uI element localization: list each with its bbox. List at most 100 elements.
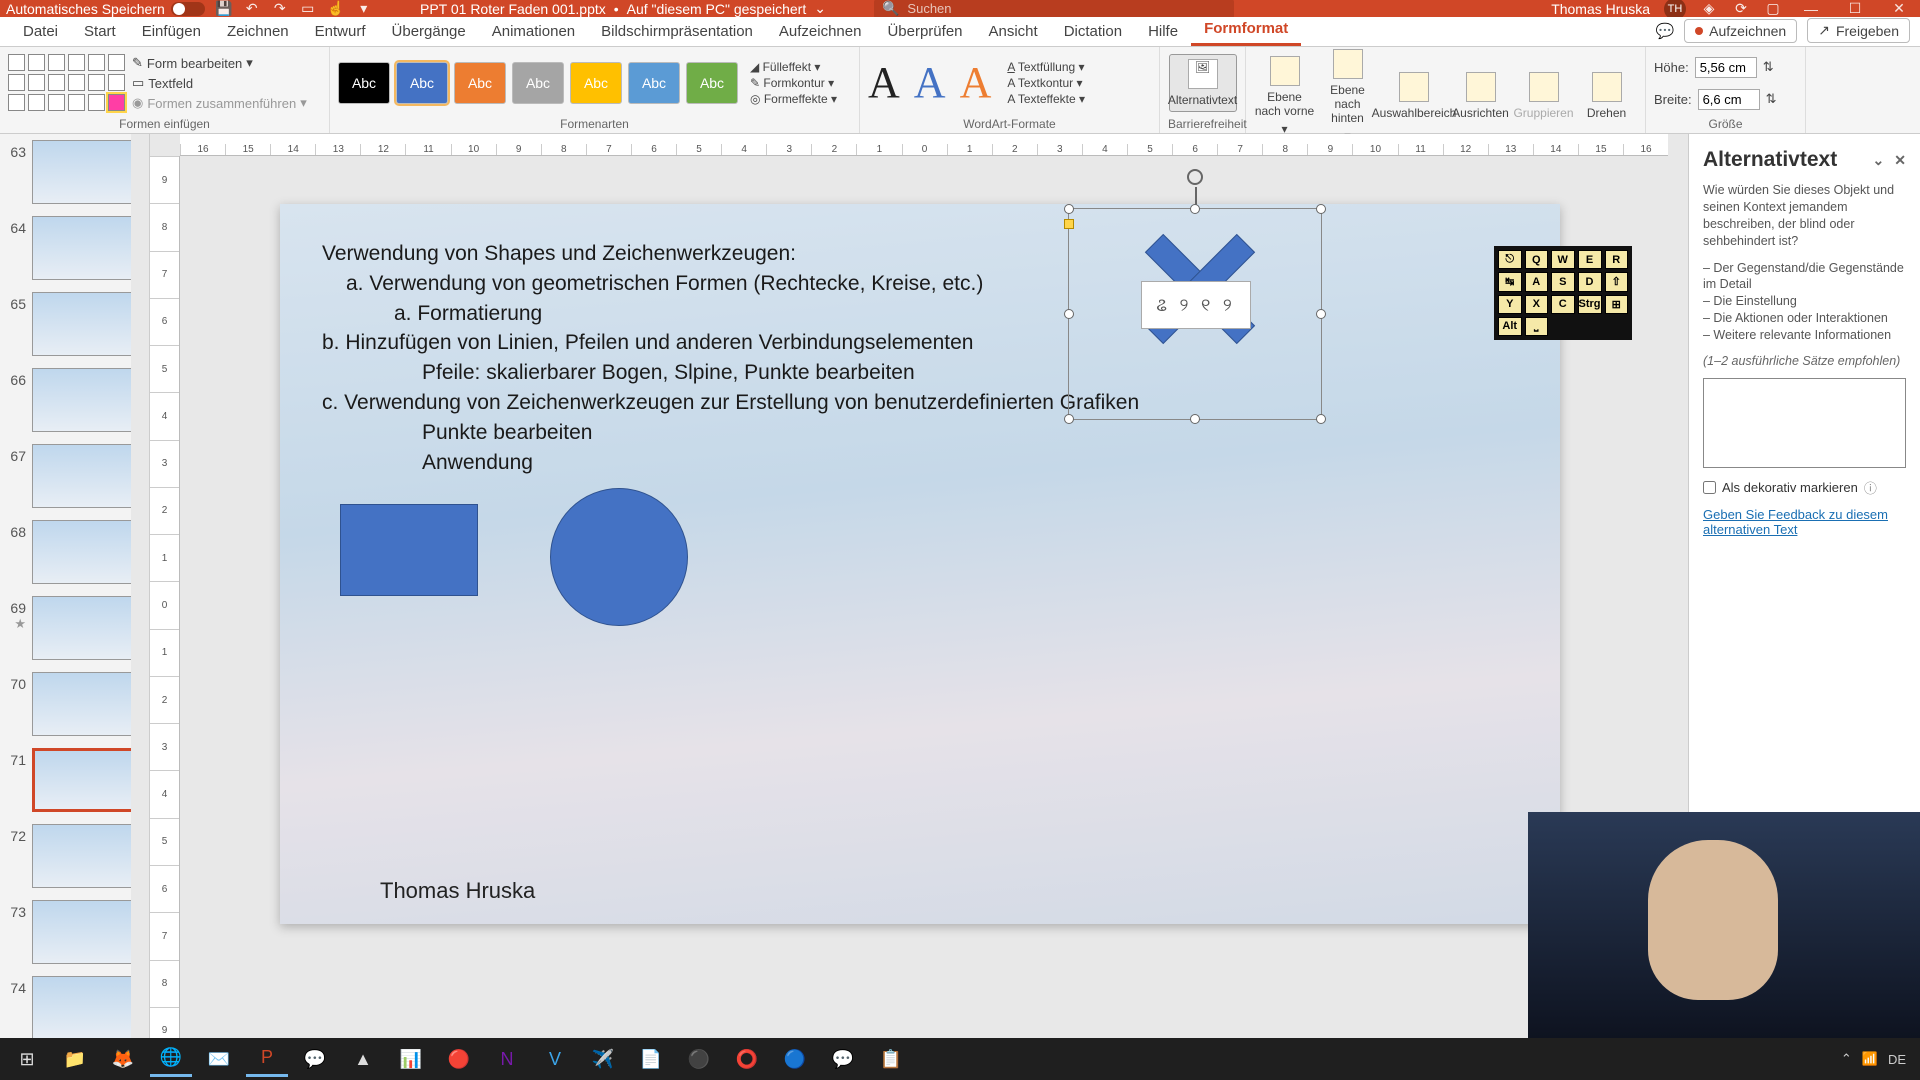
pane-close-icon[interactable]: ✕	[1894, 152, 1906, 169]
checkbox-input[interactable]	[1703, 481, 1716, 494]
scribble-image[interactable]: ଌ ୨ ୧ ୨	[1141, 281, 1251, 329]
stepper-icon[interactable]: ⇅	[1766, 91, 1777, 107]
chevron-down-icon[interactable]: ⌄	[814, 0, 826, 17]
tab-praesentation[interactable]: Bildschirmpräsentation	[588, 17, 766, 46]
slide-text-block[interactable]: Verwendung von Shapes und Zeichenwerkzeu…	[322, 239, 1139, 478]
align-button[interactable]: Ausrichten	[1450, 72, 1511, 120]
close-button[interactable]: ✕	[1884, 0, 1914, 17]
tab-ansicht[interactable]: Ansicht	[976, 17, 1051, 46]
search-input[interactable]	[907, 1, 1226, 16]
onenote-icon[interactable]: N	[486, 1041, 528, 1077]
slide-thumbnail[interactable]: 64	[4, 216, 145, 280]
wordart-swatch[interactable]: A	[960, 61, 992, 105]
shape-styles-gallery[interactable]: AbcAbcAbcAbcAbcAbcAbc	[338, 62, 738, 104]
slide-thumbnail[interactable]: 73	[4, 900, 145, 964]
slide-thumbnail[interactable]: 72	[4, 824, 145, 888]
minimize-button[interactable]: —	[1796, 1, 1826, 17]
touch-icon[interactable]: ☝	[327, 0, 345, 18]
shape-style-swatch[interactable]: Abc	[396, 62, 448, 104]
tab-aufzeichnen[interactable]: Aufzeichnen	[766, 17, 875, 46]
app-icon[interactable]: 📊	[390, 1041, 432, 1077]
resize-handle[interactable]	[1316, 204, 1326, 214]
start-button[interactable]: ⊞	[6, 1041, 48, 1077]
obs-icon[interactable]: ⚫	[678, 1041, 720, 1077]
alttext-input[interactable]	[1703, 378, 1906, 468]
wordart-gallery[interactable]: AAA	[868, 61, 991, 105]
adjust-handle[interactable]	[1064, 219, 1074, 229]
thumbnail-scrollbar[interactable]	[131, 134, 149, 1054]
rotation-handle[interactable]	[1187, 169, 1203, 185]
height-input[interactable]	[1695, 57, 1757, 78]
outlook-icon[interactable]: ✉️	[198, 1041, 240, 1077]
redo-icon[interactable]: ↷	[271, 0, 289, 18]
slide-canvas[interactable]: 1615141312111098765432101234567891011121…	[150, 134, 1688, 1054]
width-input[interactable]	[1698, 89, 1760, 110]
tab-dictation[interactable]: Dictation	[1051, 17, 1135, 46]
tab-animationen[interactable]: Animationen	[479, 17, 588, 46]
tab-hilfe[interactable]: Hilfe	[1135, 17, 1191, 46]
stepper-icon[interactable]: ⇅	[1763, 59, 1774, 75]
slide-thumbnail[interactable]: 69★	[4, 596, 145, 660]
slide-thumbnail[interactable]: 63	[4, 140, 145, 204]
powerpoint-icon[interactable]: P	[246, 1041, 288, 1077]
slide-thumbnail[interactable]: 68	[4, 520, 145, 584]
circle-shape[interactable]	[550, 488, 688, 626]
firefox-icon[interactable]: 🦊	[102, 1041, 144, 1077]
slide-thumbnail[interactable]: 65	[4, 292, 145, 356]
app-icon[interactable]: 📋	[870, 1041, 912, 1077]
info-icon[interactable]: ⓘ	[1864, 478, 1877, 497]
alttext-button[interactable]: 🖼 Alternativtext	[1169, 54, 1237, 112]
app-icon[interactable]: 🔴	[438, 1041, 480, 1077]
tab-formformat[interactable]: Formformat	[1191, 14, 1301, 46]
autosave-toggle[interactable]: Automatisches Speichern	[6, 1, 205, 17]
tray-lang[interactable]: DE	[1888, 1052, 1906, 1067]
window-icon[interactable]: ▢	[1764, 0, 1782, 18]
resize-handle[interactable]	[1316, 414, 1326, 424]
selection-box[interactable]: ଌ ୨ ୧ ୨	[1068, 208, 1322, 420]
qat-more-icon[interactable]: ▾	[355, 0, 373, 18]
chrome-icon[interactable]: 🌐	[150, 1041, 192, 1077]
save-icon[interactable]: 💾	[215, 0, 233, 18]
decorative-checkbox[interactable]: Als dekorativ markieren ⓘ	[1703, 478, 1906, 497]
textbox-button[interactable]: ▭ Textfeld	[132, 75, 307, 91]
vlc-icon[interactable]: ▲	[342, 1041, 384, 1077]
slide-thumbnail[interactable]: 74	[4, 976, 145, 1040]
rectangle-shape[interactable]	[340, 504, 478, 596]
selection-pane-button[interactable]: Auswahlbereich	[1380, 72, 1448, 120]
slide-thumbnail[interactable]: 70	[4, 672, 145, 736]
slide[interactable]: Verwendung von Shapes und Zeichenwerkzeu…	[280, 204, 1560, 924]
wordart-swatch[interactable]: A	[914, 61, 946, 105]
tab-entwurf[interactable]: Entwurf	[302, 17, 379, 46]
tab-start[interactable]: Start	[71, 17, 129, 46]
tab-datei[interactable]: Datei	[10, 17, 71, 46]
pane-dropdown-icon[interactable]: ⌄	[1873, 152, 1885, 169]
share-button[interactable]: ↗Freigeben	[1807, 18, 1910, 43]
present-icon[interactable]: ▭	[299, 0, 317, 18]
record-button[interactable]: Aufzeichnen	[1684, 19, 1797, 43]
resize-handle[interactable]	[1064, 204, 1074, 214]
wordart-swatch[interactable]: A	[868, 61, 900, 105]
send-backward-button[interactable]: Ebene nach hinten ▾	[1317, 49, 1378, 143]
app-icon[interactable]: 🔵	[774, 1041, 816, 1077]
app-icon[interactable]: 💬	[294, 1041, 336, 1077]
slide-thumbnail[interactable]: 66	[4, 368, 145, 432]
slide-thumbnail[interactable]: 71	[4, 748, 145, 812]
resize-handle[interactable]	[1190, 414, 1200, 424]
sync-icon[interactable]: ⟳	[1732, 0, 1750, 18]
edit-shape-button[interactable]: ✎ Form bearbeiten ▾	[132, 55, 307, 71]
shape-effects-button[interactable]: ◎ Formeffekte ▾	[750, 92, 837, 106]
diamond-icon[interactable]: ◈	[1700, 0, 1718, 18]
merge-shapes-button[interactable]: ◉ Formen zusammenführen ▾	[132, 95, 307, 111]
resize-handle[interactable]	[1190, 204, 1200, 214]
bring-forward-button[interactable]: Ebene nach vorne ▾	[1254, 56, 1315, 136]
text-outline-button[interactable]: A Textkontur ▾	[1007, 76, 1085, 90]
tab-einfuegen[interactable]: Einfügen	[129, 17, 214, 46]
maximize-button[interactable]: ☐	[1840, 0, 1870, 17]
app-icon[interactable]: ⭕	[726, 1041, 768, 1077]
vscode-icon[interactable]: V	[534, 1041, 576, 1077]
search-box[interactable]: 🔍	[874, 0, 1234, 19]
explorer-icon[interactable]: 📁	[54, 1041, 96, 1077]
resize-handle[interactable]	[1316, 309, 1326, 319]
tab-ueberpruefen[interactable]: Überprüfen	[874, 17, 975, 46]
shape-style-swatch[interactable]: Abc	[454, 62, 506, 104]
